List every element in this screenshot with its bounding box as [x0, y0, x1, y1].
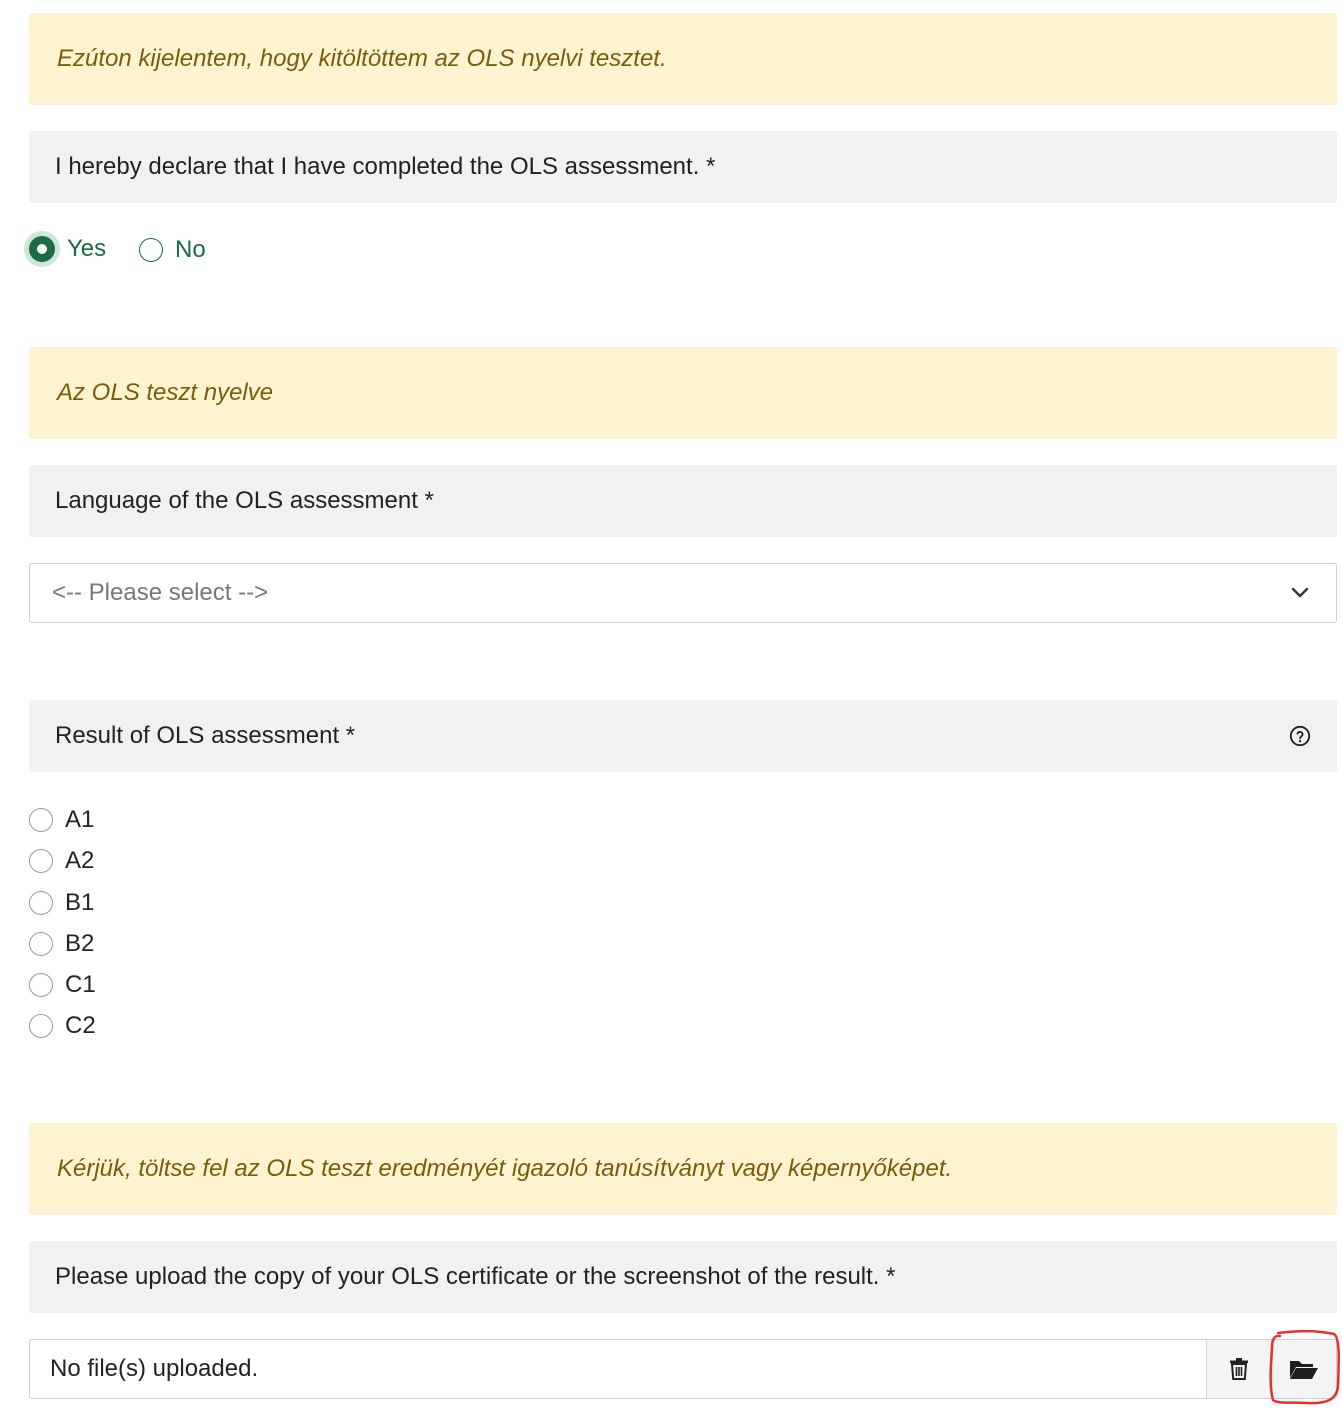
radio-unchecked-icon[interactable] — [29, 1014, 53, 1038]
result-option-label: C1 — [65, 971, 96, 998]
upload-note-text: Kérjük, töltse fel az OLS teszt eredmény… — [57, 1155, 953, 1182]
radio-unchecked-icon[interactable] — [29, 849, 53, 873]
file-status: No file(s) uploaded. — [30, 1340, 1206, 1398]
result-option-b1[interactable]: B1 — [29, 889, 94, 917]
result-option-label: C2 — [65, 1012, 96, 1039]
help-circle-icon[interactable] — [1289, 725, 1311, 747]
language-label-text: Language of the OLS assessment * — [55, 487, 434, 514]
radio-yes-label: Yes — [67, 235, 107, 262]
declaration-label: I hereby declare that I have completed t… — [29, 131, 1337, 203]
language-label: Language of the OLS assessment * — [29, 465, 1337, 537]
result-label: Result of OLS assessment * — [29, 700, 1337, 772]
upload-note-hu: Kérjük, töltse fel az OLS teszt eredmény… — [29, 1123, 1337, 1215]
result-label-text: Result of OLS assessment * — [55, 722, 356, 749]
declaration-radio-yes[interactable]: Yes — [29, 235, 106, 263]
result-option-b2[interactable]: B2 — [29, 930, 94, 958]
upload-label: Please upload the copy of your OLS certi… — [29, 1241, 1337, 1313]
result-option-label: B2 — [65, 930, 95, 957]
radio-unchecked-icon[interactable] — [29, 808, 53, 832]
radio-checked-icon[interactable] — [29, 236, 55, 262]
declaration-note-text: Ezúton kijelentem, hogy kitöltöttem az O… — [57, 45, 667, 72]
radio-no-label: No — [175, 236, 206, 263]
declaration-label-text: I hereby declare that I have completed t… — [55, 153, 716, 180]
language-note-text: Az OLS teszt nyelve — [57, 379, 274, 406]
language-select[interactable]: <-- Please select --> — [29, 563, 1337, 623]
radio-unchecked-icon[interactable] — [29, 973, 53, 997]
declaration-radio-no[interactable]: No — [139, 236, 206, 264]
folder-open-icon — [1290, 1361, 1318, 1379]
result-option-label: A1 — [65, 806, 95, 833]
radio-unchecked-icon[interactable] — [29, 932, 53, 956]
result-option-label: B1 — [65, 889, 95, 916]
result-option-c2[interactable]: C2 — [29, 1012, 96, 1040]
radio-unchecked-icon[interactable] — [29, 891, 53, 915]
chevron-down-icon — [1291, 587, 1309, 598]
result-option-label: A2 — [65, 847, 95, 874]
result-option-c1[interactable]: C1 — [29, 971, 96, 999]
file-upload-field[interactable]: No file(s) uploaded. — [29, 1339, 1337, 1399]
result-option-a2[interactable]: A2 — [29, 847, 94, 875]
delete-file-button[interactable] — [1206, 1340, 1271, 1398]
browse-files-button[interactable] — [1271, 1340, 1336, 1398]
result-option-a1[interactable]: A1 — [29, 806, 94, 834]
file-status-text: No file(s) uploaded. — [50, 1355, 259, 1382]
declaration-note-hu: Ezúton kijelentem, hogy kitöltöttem az O… — [29, 13, 1337, 105]
radio-unchecked-icon[interactable] — [139, 238, 163, 262]
upload-label-text: Please upload the copy of your OLS certi… — [55, 1263, 896, 1290]
language-select-value: <-- Please select --> — [52, 579, 269, 606]
language-note-hu: Az OLS teszt nyelve — [29, 347, 1337, 439]
trash-icon — [1230, 1358, 1248, 1380]
